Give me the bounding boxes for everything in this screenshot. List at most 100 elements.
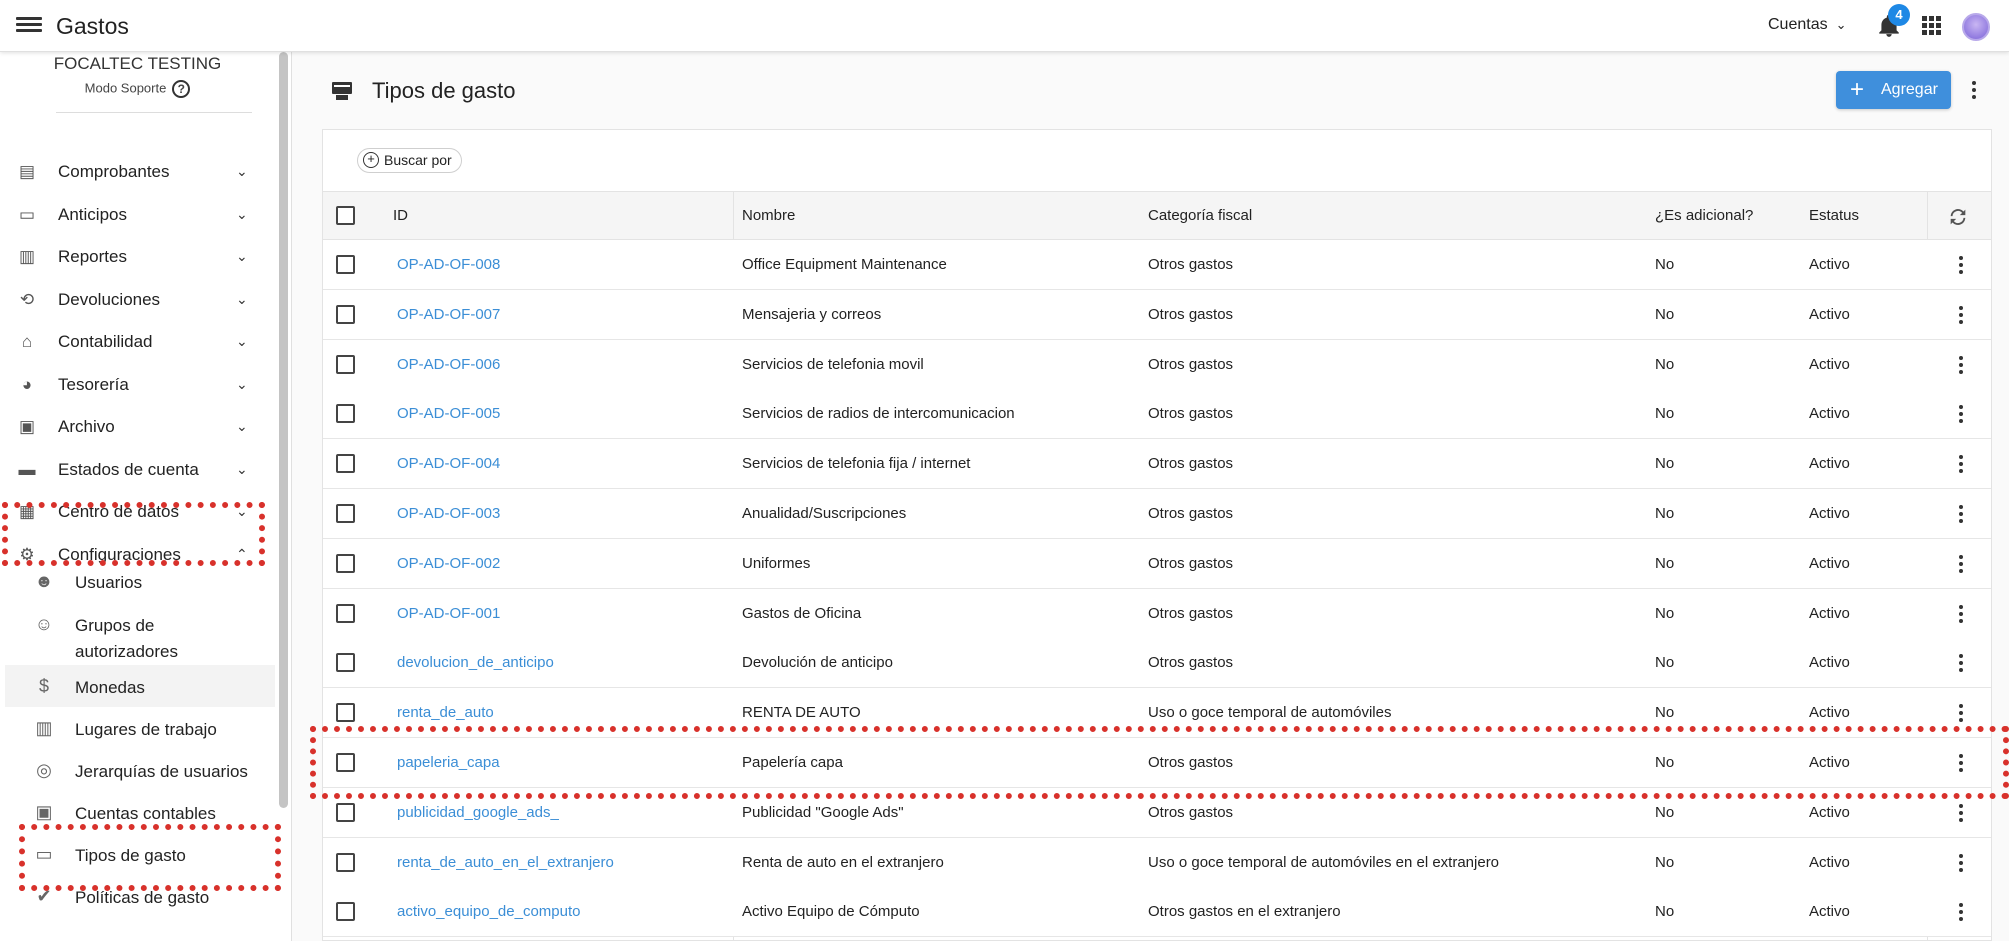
row-checkbox[interactable] [336, 404, 355, 424]
row-checkbox[interactable] [336, 255, 355, 274]
column-header-category[interactable]: Categoría fiscal [1148, 207, 1252, 224]
table-row[interactable]: OP-AD-OF-008 Office Equipment Maintenance… [323, 240, 1991, 290]
sidebar-subitem-lugares-de-trabajo[interactable]: ▥ Lugares de trabajo [5, 707, 275, 749]
table-row[interactable]: activo_equipo_de_computo Activo Equipo de… [323, 887, 1991, 938]
help-icon[interactable]: ? [172, 80, 191, 98]
row-actions-icon[interactable] [1959, 455, 1963, 474]
sidebar-item-comprobantes[interactable]: ▤ Comprobantes ⌄ [0, 152, 270, 192]
policy-icon: ✔ [36, 886, 52, 906]
table-row[interactable]: OP-AD-OF-007 Mensajeria y correos Otros ga… [323, 289, 1991, 340]
row-checkbox[interactable] [336, 454, 355, 474]
sidebar-subitem-jerarquías-de-usuarios[interactable]: ◎ Jerarquías de usuarios [5, 749, 275, 791]
row-actions-icon[interactable] [1959, 803, 1963, 822]
column-header-name[interactable]: Nombre [742, 207, 795, 224]
expense-type-id-link[interactable]: activo_equipo_de_computo [397, 903, 580, 920]
is-additional: No [1655, 554, 1675, 572]
sidebar-item-anticipos[interactable]: ▭ Anticipos ⌄ [0, 195, 270, 235]
expense-type-id-link[interactable]: devolucion_de_anticipo [397, 654, 554, 671]
table-row[interactable]: OP-AD-OF-002 Uniformes Otros gastos No Activ… [323, 538, 1991, 589]
column-header-additional[interactable]: ¿Es adicional? [1655, 207, 1753, 224]
row-checkbox[interactable] [336, 802, 355, 822]
row-actions-icon[interactable] [1959, 654, 1963, 673]
row-actions-icon[interactable] [1959, 405, 1963, 424]
sidebar-item-reportes[interactable]: ▥ Reportes ⌄ [0, 237, 270, 277]
table-row[interactable]: OP-AD-OF-004 Servicios de telefonia fija … [323, 439, 1991, 490]
expense-type-id-link[interactable]: OP-AD-OF-008 [397, 256, 500, 273]
sidebar-subitem-políticas-de-gasto[interactable]: ✔ Políticas de gasto [5, 875, 275, 917]
more-options-icon[interactable] [1972, 81, 1976, 99]
row-actions-icon[interactable] [1959, 903, 1963, 922]
apps-grid-icon[interactable] [1922, 16, 1942, 36]
row-actions-icon[interactable] [1959, 604, 1963, 623]
table-row[interactable]: OP-AD-OF-001 Gastos de Oficina Otros gasto… [323, 588, 1991, 639]
row-checkbox[interactable] [336, 354, 355, 374]
row-actions-icon[interactable] [1959, 754, 1963, 772]
sidebar-item-tesorer-a[interactable]: ◕ Tesorería ⌄ [0, 365, 270, 405]
sidebar-scrollbar[interactable] [279, 52, 288, 808]
expense-type-id-link[interactable]: OP-AD-OF-007 [397, 306, 500, 323]
sidebar-subitem-monedas[interactable]: $ Monedas [5, 665, 275, 707]
table-row[interactable]: OP-AD-OF-006 Servicios de telefonia movil… [323, 339, 1991, 390]
refresh-icon[interactable] [1947, 206, 1969, 228]
row-checkbox[interactable] [336, 504, 355, 523]
expense-type-id-link[interactable]: renta_de_auto [397, 704, 494, 721]
sidebar-item-devoluciones[interactable]: ⟲ Devoluciones ⌄ [0, 280, 270, 320]
row-checkbox[interactable] [336, 753, 355, 772]
sidebar-subitem-cuentas-contables[interactable]: ▣ Cuentas contables [5, 791, 275, 833]
report-icon: ▥ [18, 247, 36, 266]
search-by-chip[interactable]: + Buscar por [357, 148, 462, 173]
table-row[interactable]: OP-AD-OF-005 Servicios de radios de inter… [323, 389, 1991, 440]
sidebar-subitem-usuarios[interactable]: ☻ Usuarios [5, 560, 275, 602]
avatar[interactable] [1962, 13, 1990, 41]
row-actions-icon[interactable] [1959, 853, 1963, 872]
row-checkbox[interactable] [336, 603, 355, 623]
row-actions-icon[interactable] [1959, 554, 1963, 573]
sidebar-subitem-grupos-de-autorizadores[interactable]: ☺ Grupos de autorizadores [5, 603, 275, 661]
hierarchy-icon: ◎ [36, 760, 52, 780]
row-checkbox[interactable] [336, 852, 355, 872]
expense-type-id-link[interactable]: OP-AD-OF-004 [397, 455, 500, 472]
add-button[interactable]: + Agregar [1836, 71, 1951, 109]
expense-type-id-link[interactable]: OP-AD-OF-001 [397, 605, 500, 622]
building-icon: ▥ [35, 718, 53, 738]
row-checkbox[interactable] [336, 703, 355, 723]
select-all-checkbox[interactable] [336, 206, 355, 225]
column-header-id[interactable]: ID [393, 207, 408, 224]
row-checkbox[interactable] [336, 902, 355, 922]
column-header-status[interactable]: Estatus [1809, 207, 1859, 224]
table-row[interactable]: renta_de_auto RENTA DE AUTO Uso o goce tem… [323, 688, 1991, 739]
row-checkbox[interactable] [336, 653, 355, 673]
row-actions-icon[interactable] [1959, 505, 1963, 523]
plus-icon: + [1850, 76, 1865, 103]
sidebar-item-contabilidad[interactable]: ⌂ Contabilidad ⌄ [0, 322, 270, 362]
expense-type-id-link[interactable]: OP-AD-OF-006 [397, 356, 500, 373]
cuentas-dropdown[interactable]: Cuentas ⌄ [1768, 16, 1847, 34]
sidebar-item-centro-de-datos[interactable]: ▦ Centro de datos ⌄ [0, 492, 270, 532]
expense-type-id-link[interactable]: papeleria_capa [397, 754, 500, 771]
row-checkbox[interactable] [336, 304, 355, 324]
row-actions-icon[interactable] [1959, 355, 1963, 374]
sidebar-subitem-tipos-de-gasto[interactable]: ▭ Tipos de gasto [5, 833, 275, 875]
is-additional: No [1655, 505, 1675, 522]
table-row[interactable]: devolucion_de_anticipo Devolución de anti… [323, 638, 1991, 689]
row-actions-icon[interactable] [1959, 704, 1963, 723]
expense-type-id-link[interactable]: publicidad_google_ads_ [397, 804, 559, 821]
expense-type-id-link[interactable]: OP-AD-OF-002 [397, 555, 500, 572]
table-row[interactable]: publicidad_google_ads_ Publicidad "Google… [323, 787, 1991, 838]
sidebar-item-archivo[interactable]: ▣ Archivo ⌄ [0, 407, 270, 447]
sidebar-item-estados-de-cuenta[interactable]: ▬ Estados de cuenta ⌄ [0, 450, 270, 490]
row-checkbox[interactable] [336, 553, 355, 573]
expense-type-name: Mensajeria y correos [742, 305, 882, 323]
users-icon: ☻ [34, 571, 54, 591]
expense-type-id-link[interactable]: OP-AD-OF-005 [397, 405, 500, 422]
add-button-label: Agregar [1881, 81, 1938, 98]
expense-types-table-card: + Buscar por ID Nombre Categoría fiscal … [322, 129, 1992, 941]
expense-type-id-link[interactable]: renta_de_auto_en_el_extranjero [397, 854, 614, 871]
row-actions-icon[interactable] [1959, 256, 1963, 274]
expense-type-id-link[interactable]: OP-AD-OF-003 [397, 505, 500, 522]
table-row[interactable]: renta_de_auto_en_el_extranjero Renta de a… [323, 837, 1991, 888]
table-row[interactable]: papeleria_capa Papelería capa Otros gastos… [323, 738, 1991, 788]
row-actions-icon[interactable] [1959, 305, 1963, 324]
hamburger-menu-icon[interactable] [16, 14, 42, 38]
table-row[interactable]: OP-AD-OF-003 Anualidad/Suscripciones Otros… [323, 489, 1991, 539]
